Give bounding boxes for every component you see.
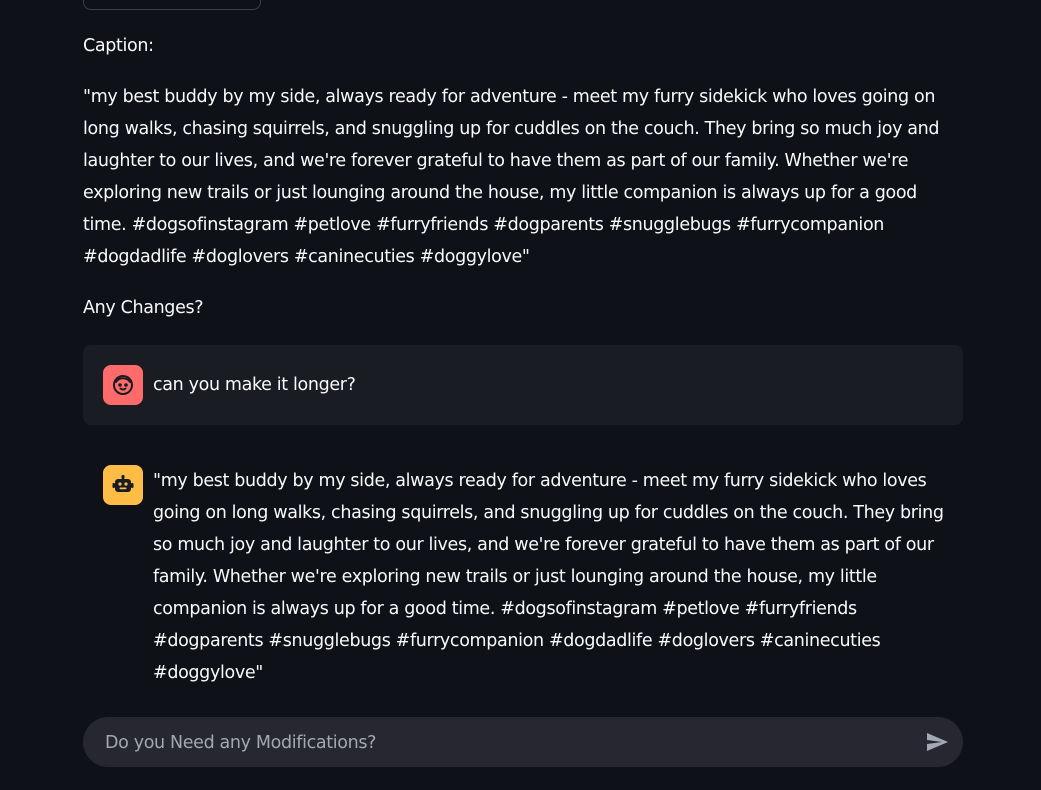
send-icon [927,733,948,751]
user-face-icon [103,365,143,405]
chat-input[interactable] [103,717,907,769]
caption-text: "my best buddy by my side, always ready … [83,87,940,267]
user-message: can you make it longer? [83,345,963,425]
changes-label: Any Changes? [83,298,204,318]
previous-element-edge [83,0,261,10]
user-message-text: can you make it longer? [153,375,356,395]
caption-label: Caption: [83,36,154,56]
chat-input-bar [83,717,963,769]
assistant-message-text: "my best buddy by my side, always ready … [153,471,944,683]
robot-icon [103,465,143,505]
chat-app: Caption: "my best buddy by my side, alwa… [0,0,1041,790]
send-button[interactable] [923,728,951,756]
assistant-message: "my best buddy by my side, always ready … [83,445,963,683]
